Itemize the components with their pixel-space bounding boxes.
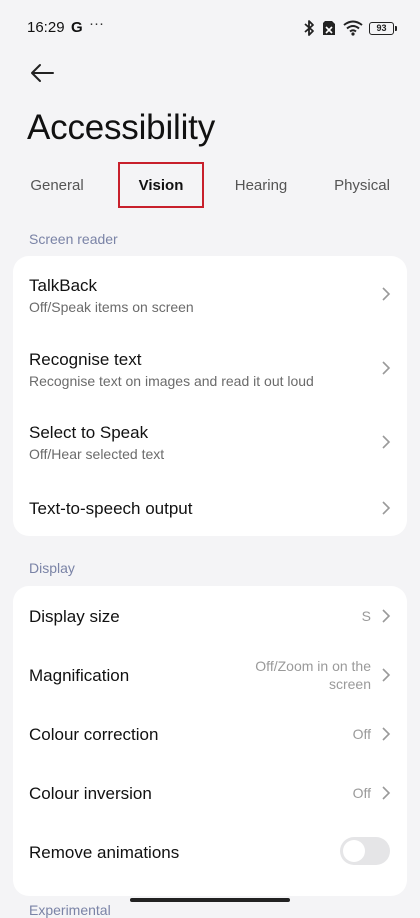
- display-size-row[interactable]: Display size S: [13, 586, 407, 646]
- chevron-right-icon: [382, 668, 391, 682]
- row-subtitle: Off/Speak items on screen: [29, 299, 194, 315]
- chevron-right-icon: [382, 501, 391, 515]
- tab-vision[interactable]: Vision: [118, 162, 204, 208]
- tab-bar: General Vision Hearing Physical: [0, 162, 420, 212]
- chevron-right-icon: [382, 786, 391, 800]
- remove-animations-row[interactable]: Remove animations: [13, 826, 407, 886]
- colour-correction-row[interactable]: Colour correction Off: [13, 706, 407, 766]
- chevron-right-icon: [382, 727, 391, 741]
- more-notifications-icon: ···: [89, 15, 104, 32]
- toggle-knob: [343, 840, 365, 862]
- row-value-line2: screen: [328, 676, 371, 692]
- row-value-line1: Off/Zoom in on the: [255, 658, 371, 674]
- row-title: Colour correction: [29, 725, 159, 744]
- tab-hearing[interactable]: Hearing: [222, 162, 300, 208]
- recognise-text-row[interactable]: Recognise text Recognise text on images …: [13, 330, 407, 404]
- row-title: Recognise text: [29, 350, 142, 369]
- back-arrow-icon: [31, 64, 54, 82]
- page-title: Accessibility: [27, 108, 216, 147]
- chevron-right-icon: [382, 361, 391, 375]
- text-to-speech-row[interactable]: Text-to-speech output: [13, 478, 407, 536]
- status-time: 16:29: [27, 19, 65, 36]
- talkback-row[interactable]: TalkBack Off/Speak items on screen: [13, 256, 407, 330]
- row-subtitle: Off/Hear selected text: [29, 446, 165, 462]
- tab-physical[interactable]: Physical: [322, 162, 402, 208]
- row-value: S: [361, 608, 371, 624]
- chevron-right-icon: [382, 435, 391, 449]
- row-value: Off: [352, 785, 371, 801]
- row-title: Magnification: [29, 666, 130, 685]
- chevron-right-icon: [382, 609, 391, 623]
- display-card: Display size S Magnification Off/Zoom in…: [13, 586, 407, 896]
- row-subtitle: Recognise text on images and read it out…: [29, 373, 314, 389]
- row-value: Off: [352, 726, 371, 742]
- section-header-experimental: Experimental: [29, 902, 111, 918]
- back-button[interactable]: [27, 58, 57, 88]
- row-title: Display size: [29, 607, 120, 626]
- bluetooth-icon: [304, 20, 314, 36]
- battery-icon: 93: [369, 21, 397, 35]
- row-title: Colour inversion: [29, 784, 152, 803]
- section-header-screen-reader: Screen reader: [29, 231, 118, 247]
- status-icons: 93: [303, 17, 397, 39]
- remove-animations-toggle[interactable]: [340, 837, 390, 865]
- row-title: Select to Speak: [29, 423, 149, 442]
- screen-reader-card: TalkBack Off/Speak items on screen Recog…: [13, 256, 407, 536]
- chevron-right-icon: [382, 287, 391, 301]
- no-sim-icon: [323, 21, 335, 35]
- select-to-speak-row[interactable]: Select to Speak Off/Hear selected text: [13, 404, 407, 478]
- row-title: Remove animations: [29, 843, 180, 862]
- wifi-icon: [343, 20, 363, 36]
- tab-general[interactable]: General: [18, 162, 96, 208]
- magnification-row[interactable]: Magnification Off/Zoom in on the screen: [13, 646, 407, 706]
- section-header-display: Display: [29, 560, 75, 576]
- colour-inversion-row[interactable]: Colour inversion Off: [13, 766, 407, 826]
- status-bar: 16:29 G ··· 93: [0, 0, 420, 56]
- google-icon: G: [71, 19, 83, 36]
- home-indicator[interactable]: [130, 898, 290, 902]
- row-title: Text-to-speech output: [29, 499, 193, 518]
- row-title: TalkBack: [29, 276, 98, 295]
